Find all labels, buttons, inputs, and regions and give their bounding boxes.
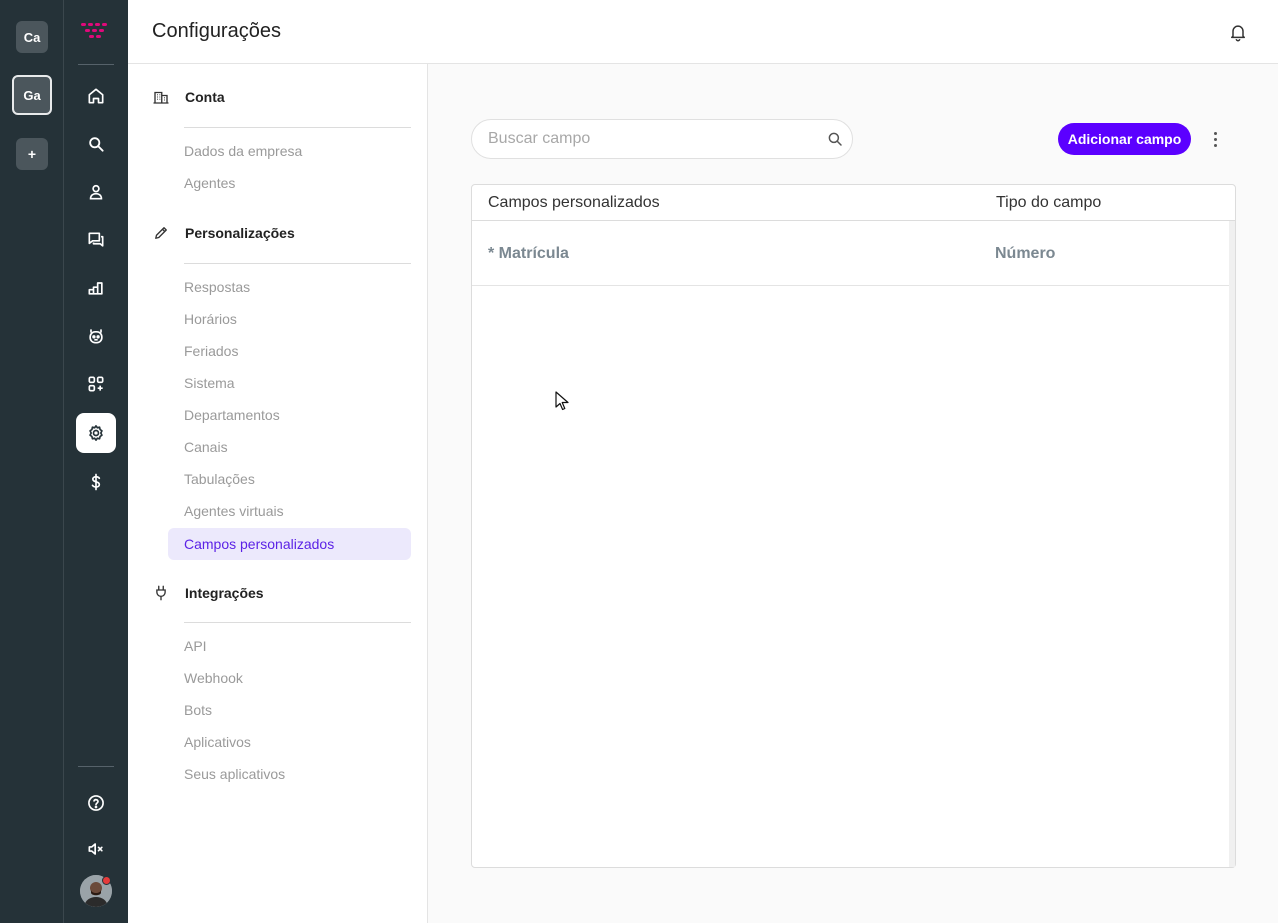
workspace-rail: Ca Ga + [0,0,64,923]
nav-apps-button[interactable] [76,364,116,404]
settings-item-dados-da-empresa[interactable]: Dados da empresa [184,143,302,159]
home-icon [88,88,104,104]
mute-icon [88,843,103,855]
plug-icon [156,585,166,601]
section-divider [184,127,411,128]
nav-reports-button[interactable] [76,268,116,308]
settings-item-sistema[interactable]: Sistema [184,375,235,391]
section-label: Integrações [185,585,264,601]
settings-item-bots[interactable]: Bots [184,702,212,718]
search-icon [89,137,104,152]
mute-button[interactable] [76,829,116,869]
notification-dot [102,876,111,885]
add-field-button[interactable]: Adicionar campo [1058,123,1191,155]
settings-item-api[interactable]: API [184,638,207,654]
help-button[interactable] [76,783,116,823]
reports-icon [88,282,103,295]
settings-item-aplicativos[interactable]: Aplicativos [184,734,251,750]
billing-icon [91,473,101,491]
table-scrollbar[interactable] [1229,221,1235,867]
nav-home-button[interactable] [76,76,116,116]
field-type-cell: Número [995,245,1056,262]
settings-icon [89,425,103,441]
section-label: Conta [185,89,225,105]
workspace-button-ca[interactable]: Ca [16,21,48,53]
search-field[interactable] [471,119,853,159]
nav-bot-button[interactable] [76,316,116,356]
pencil-icon [155,227,167,239]
nav-settings-button[interactable] [76,413,116,453]
page-title: Configurações [152,20,281,42]
nav-search-button[interactable] [76,124,116,164]
workspace-button-ga[interactable]: Ga [12,75,52,115]
mouse-cursor-icon [555,391,569,411]
settings-item-agentes-virtuais[interactable]: Agentes virtuais [184,503,284,519]
section-integracoes: Integrações [152,584,264,602]
section-divider [184,622,411,623]
building-icon [153,91,169,104]
brand-logo-icon [81,23,107,38]
search-input[interactable] [488,129,808,149]
help-icon [88,795,104,811]
table-row[interactable]: * Matrícula Número [472,221,1229,286]
settings-item-webhook[interactable]: Webhook [184,670,243,686]
settings-item-canais[interactable]: Canais [184,439,228,455]
settings-sidebar: Conta Dados da empresa Agentes Personali… [128,64,428,923]
section-conta: Conta [152,88,225,106]
settings-item-respostas[interactable]: Respostas [184,279,250,295]
column-header-campos[interactable]: Campos personalizados [488,194,660,212]
settings-item-departamentos[interactable]: Departamentos [184,407,280,423]
main-nav-rail [64,0,128,923]
nav-contacts-button[interactable] [76,172,116,212]
apps-icon [88,376,104,392]
nav-chat-button[interactable] [76,220,116,260]
section-divider [184,263,411,264]
bell-icon[interactable] [1228,22,1248,42]
custom-fields-table: Campos personalizados Tipo do campo * Ma… [471,184,1236,868]
section-label: Personalizações [185,225,295,241]
settings-item-campos-personalizados[interactable]: Campos personalizados [168,528,411,560]
rail-divider [78,64,114,65]
rail-divider-bottom [78,766,114,767]
page-header: Configurações [128,0,1278,64]
column-header-tipo[interactable]: Tipo do campo [996,194,1101,212]
contacts-icon [89,184,103,200]
field-name-cell: * Matrícula [488,245,569,262]
nav-billing-button[interactable] [76,462,116,502]
settings-item-seus-aplicativos[interactable]: Seus aplicativos [184,766,285,782]
section-personalizacoes: Personalizações [152,224,295,242]
settings-item-horarios[interactable]: Horários [184,311,237,327]
search-icon[interactable] [826,130,844,148]
bot-icon [89,329,103,344]
settings-item-agentes[interactable]: Agentes [184,175,235,191]
more-options-icon[interactable] [1205,128,1225,150]
settings-item-feriados[interactable]: Feriados [184,343,238,359]
chat-icon [88,232,104,247]
add-workspace-button[interactable]: + [16,138,48,170]
table-header: Campos personalizados Tipo do campo [472,185,1235,221]
settings-item-tabulacoes[interactable]: Tabulações [184,471,255,487]
